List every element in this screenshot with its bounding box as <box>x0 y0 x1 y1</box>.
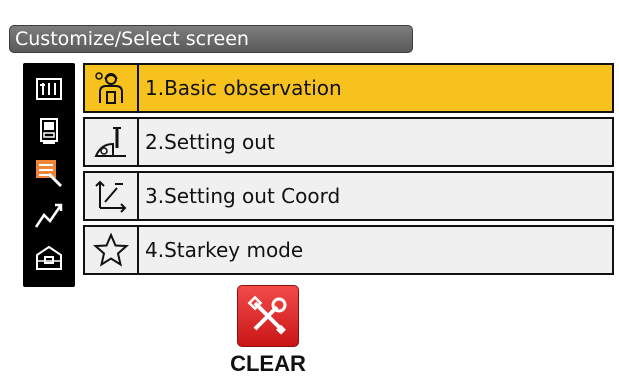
tools-clear-icon <box>247 295 287 335</box>
coordinate-axes-icon <box>95 180 127 213</box>
toolbox-tab-icon <box>36 245 62 270</box>
side-tab-strip <box>23 63 75 287</box>
menu-item-icon-box <box>85 65 139 111</box>
screen: Customize/Select screen 1.Basic observat… <box>0 0 619 378</box>
side-tab-2[interactable] <box>31 113 67 149</box>
clear-label[interactable]: CLEAR <box>226 350 310 378</box>
menu-item-basic-observation[interactable]: 1.Basic observation <box>83 63 614 113</box>
page-title: Customize/Select screen <box>9 25 413 53</box>
star-icon <box>93 232 129 267</box>
menu-item-label: 2.Setting out <box>145 130 275 154</box>
graph-tab-icon <box>34 203 63 228</box>
menu-item-label: 1.Basic observation <box>145 76 342 100</box>
surveyor-person-icon <box>95 72 123 104</box>
menu-item-label: 3.Setting out Coord <box>145 184 341 208</box>
ribbon-tab-icon <box>36 78 62 100</box>
side-tab-1[interactable] <box>31 71 67 107</box>
setting-out-stake-icon <box>94 127 126 157</box>
document-edit-tab-icon <box>36 160 63 188</box>
side-tab-3[interactable] <box>31 155 67 191</box>
menu-item-starkey-mode[interactable]: 4.Starkey mode <box>83 225 614 275</box>
menu-item-icon-box <box>85 173 139 219</box>
side-tab-4[interactable] <box>31 197 67 233</box>
menu-item-icon-box <box>85 119 139 165</box>
instrument-tab-icon <box>40 118 58 144</box>
menu-item-setting-out-coord[interactable]: 3.Setting out Coord <box>83 171 614 221</box>
menu-item-icon-box <box>85 227 139 273</box>
clear-button[interactable] <box>237 285 299 347</box>
menu-item-setting-out[interactable]: 2.Setting out <box>83 117 614 167</box>
side-tab-5[interactable] <box>31 239 67 275</box>
menu-item-label: 4.Starkey mode <box>145 238 304 262</box>
